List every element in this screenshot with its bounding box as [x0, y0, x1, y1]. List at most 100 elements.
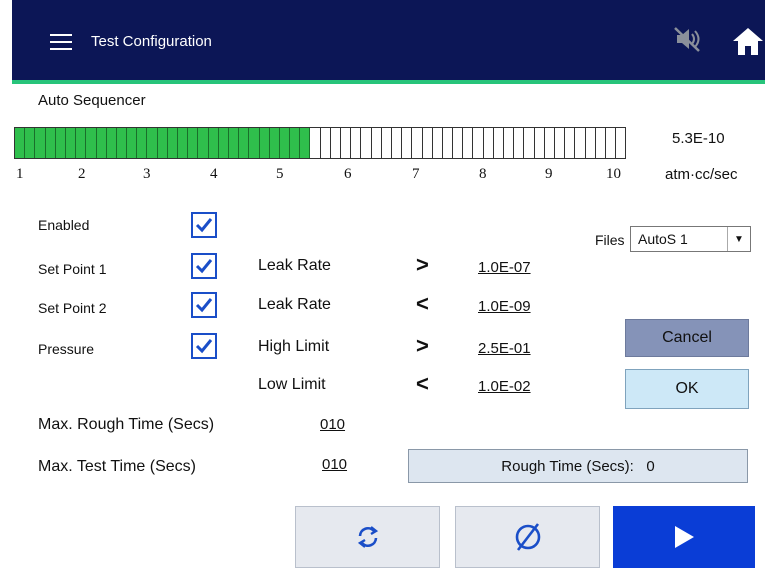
bar-segment — [423, 128, 433, 158]
home-icon[interactable] — [732, 26, 764, 61]
reset-button[interactable] — [295, 506, 440, 568]
section-title: Auto Sequencer — [38, 92, 146, 109]
pressure-low-value[interactable]: 1.0E-02 — [478, 378, 531, 395]
comparator-less[interactable]: < — [416, 371, 429, 397]
bar-segment — [463, 128, 474, 158]
cancel-button[interactable]: Cancel — [625, 319, 749, 357]
bar-segment — [147, 128, 158, 158]
bar-segment — [106, 128, 117, 158]
bar-segment — [514, 128, 525, 158]
scale-label: 4 — [210, 166, 218, 182]
hamburger-menu-icon[interactable] — [50, 34, 72, 50]
bar-segment — [586, 128, 596, 158]
pressure-low-param: Low Limit — [258, 376, 326, 393]
bar-segment — [35, 128, 46, 158]
page-title: Test Configuration — [91, 33, 212, 50]
bar-segment — [259, 128, 270, 158]
checkmark-icon — [195, 298, 213, 313]
leak-rate-bar — [14, 127, 626, 159]
bar-segment — [269, 128, 280, 158]
set-point-1-value[interactable]: 1.0E-07 — [478, 259, 531, 276]
bar-segment — [575, 128, 586, 158]
bar-segment — [76, 128, 87, 158]
bar-segment — [228, 128, 240, 158]
bar-segment — [545, 128, 555, 158]
bar-segment — [524, 128, 535, 158]
bar-segment — [127, 128, 138, 158]
scale-label: 8 — [479, 166, 487, 182]
bar-segment — [65, 128, 77, 158]
bar-segment — [137, 128, 148, 158]
bar-segment — [443, 128, 454, 158]
speaker-muted-icon[interactable] — [672, 24, 702, 59]
bar-segment — [157, 128, 168, 158]
bar-segment — [351, 128, 362, 158]
rough-time-status-text: Rough Time (Secs): 0 — [501, 457, 655, 475]
bar-segment — [535, 128, 545, 158]
stop-button[interactable] — [455, 506, 600, 568]
bar-segment — [606, 128, 617, 158]
bar-segment — [15, 128, 26, 158]
ok-button[interactable]: OK — [625, 369, 749, 409]
bar-segment — [188, 128, 199, 158]
chevron-down-icon[interactable]: ▼ — [727, 227, 750, 251]
comparator-greater[interactable]: > — [416, 333, 429, 359]
checkmark-icon — [195, 259, 213, 274]
bar-segment — [565, 128, 576, 158]
enabled-checkbox[interactable] — [191, 212, 217, 238]
pressure-checkbox[interactable] — [191, 333, 217, 359]
pressure-label: Pressure — [38, 341, 95, 357]
max-rough-time-value[interactable]: 010 — [320, 416, 345, 433]
pressure-high-value[interactable]: 2.5E-01 — [478, 340, 531, 357]
set-point-1-checkbox[interactable] — [191, 253, 217, 279]
bar-segment — [198, 128, 209, 158]
scale-label: 5 — [276, 166, 284, 182]
files-label: Files — [595, 232, 625, 248]
empty-set-icon — [515, 523, 540, 551]
set-point-2-label: Set Point 2 — [38, 300, 107, 316]
bar-segment — [86, 128, 97, 158]
leak-rate-value: 5.3E-10 — [672, 130, 725, 147]
bar-segment — [433, 128, 443, 158]
bar-segment — [382, 128, 392, 158]
bar-segment — [167, 128, 178, 158]
bar-segment — [116, 128, 128, 158]
bar-segment — [249, 128, 260, 158]
checkmark-icon — [195, 339, 213, 354]
bar-segment — [372, 128, 382, 158]
files-select[interactable]: AutoS 1 ▼ — [630, 226, 751, 252]
bar-segment — [596, 128, 606, 158]
scale-label: 9 — [545, 166, 553, 182]
bar-segment — [484, 128, 494, 158]
comparator-greater[interactable]: > — [416, 252, 429, 278]
bar-segment — [494, 128, 504, 158]
bar-segment — [412, 128, 423, 158]
bar-segment — [310, 128, 321, 158]
bar-segment — [392, 128, 403, 158]
rough-time-status: Rough Time (Secs): 0 — [408, 449, 748, 483]
max-test-time-value[interactable]: 010 — [322, 456, 347, 473]
bar-segment — [279, 128, 291, 158]
cancel-button-label: Cancel — [662, 329, 712, 346]
bar-segment — [239, 128, 250, 158]
bar-segment — [55, 128, 66, 158]
bar-segment — [321, 128, 331, 158]
set-point-2-value[interactable]: 1.0E-09 — [478, 298, 531, 315]
bar-segment — [616, 128, 625, 158]
bar-segment — [96, 128, 107, 158]
max-test-time-label: Max. Test Time (Secs) — [38, 458, 196, 475]
start-button[interactable] — [613, 506, 755, 568]
comparator-less[interactable]: < — [416, 291, 429, 317]
scale-label: 10 — [606, 166, 621, 182]
set-point-2-checkbox[interactable] — [191, 292, 217, 318]
play-icon — [675, 526, 694, 548]
app-header: Test Configuration — [12, 0, 765, 80]
header-accent-line — [12, 80, 765, 84]
bar-segment — [45, 128, 56, 158]
bar-segment — [473, 128, 484, 158]
bar-segment — [300, 128, 311, 158]
set-point-1-label: Set Point 1 — [38, 261, 107, 277]
bar-segment — [555, 128, 566, 158]
enabled-label: Enabled — [38, 217, 90, 233]
bar-segment — [218, 128, 229, 158]
